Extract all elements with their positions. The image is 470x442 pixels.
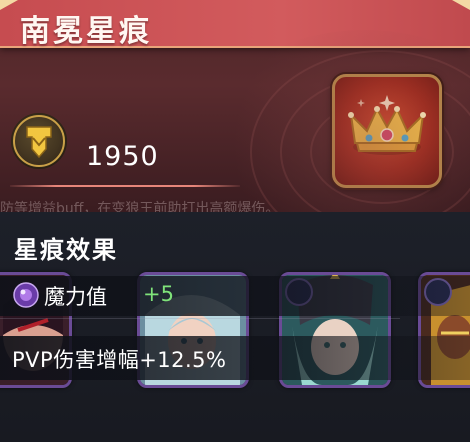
score-value: 1950 bbox=[86, 141, 159, 172]
decor-ring bbox=[250, 50, 470, 212]
title-banner: 南冕星痕 bbox=[0, 0, 470, 49]
stat-value: +5 bbox=[143, 282, 174, 306]
row-divider bbox=[0, 318, 400, 319]
section-title: 星痕效果 bbox=[14, 236, 118, 264]
crown-icon[interactable] bbox=[332, 74, 442, 188]
decor-ring bbox=[280, 75, 470, 212]
score-underline bbox=[10, 185, 240, 187]
star-mark-panel: 南冕星痕 1950 防等增益buff，在变狼王前助打出高额爆伤。 星痕效果 魔力… bbox=[0, 0, 470, 442]
decor-ring bbox=[310, 100, 454, 204]
faded-description: 防等增益buff，在变狼王前助打出高额爆伤。 bbox=[0, 201, 280, 212]
shield-medal-icon bbox=[11, 113, 67, 169]
star-mark-card: 南冕星痕 1950 防等增益buff，在变狼王前助打出高额爆伤。 bbox=[0, 0, 470, 212]
page-title: 南冕星痕 bbox=[20, 14, 152, 49]
pvp-damage-bonus: PVP伤害增幅+12.5% bbox=[12, 348, 227, 372]
magic-orb-icon bbox=[12, 281, 40, 309]
stat-label: 魔力值 bbox=[44, 285, 107, 309]
